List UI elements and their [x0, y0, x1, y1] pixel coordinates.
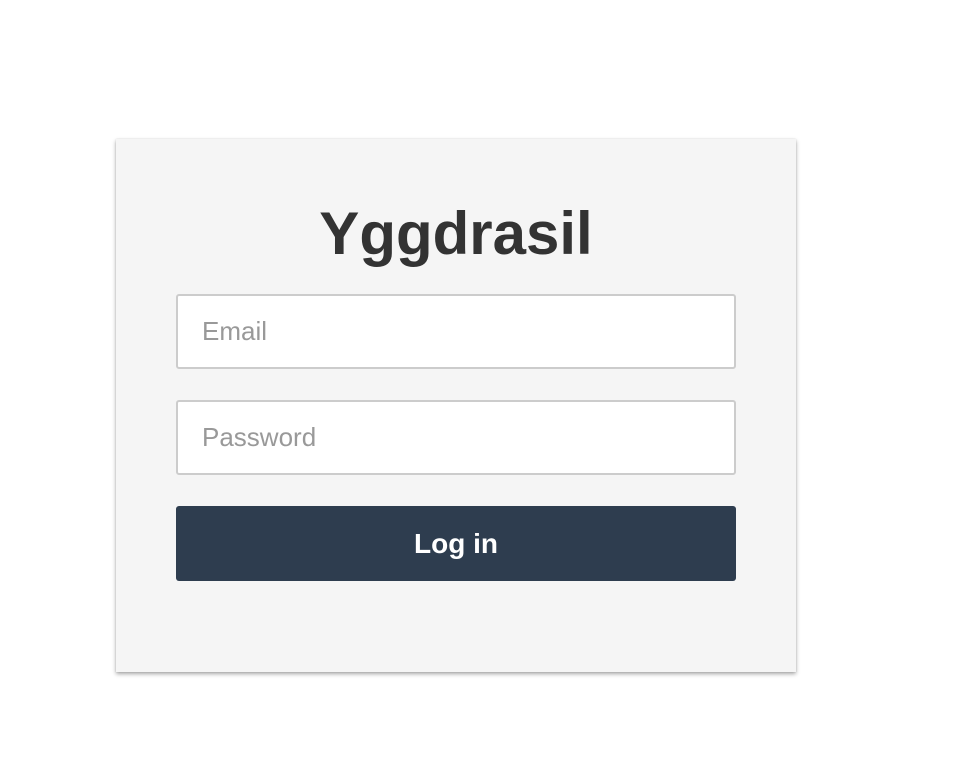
app-title: Yggdrasil	[319, 200, 593, 267]
password-field[interactable]	[176, 400, 736, 475]
login-button[interactable]: Log in	[176, 506, 736, 581]
email-field[interactable]	[176, 294, 736, 369]
login-card: Yggdrasil Log in	[116, 139, 796, 672]
